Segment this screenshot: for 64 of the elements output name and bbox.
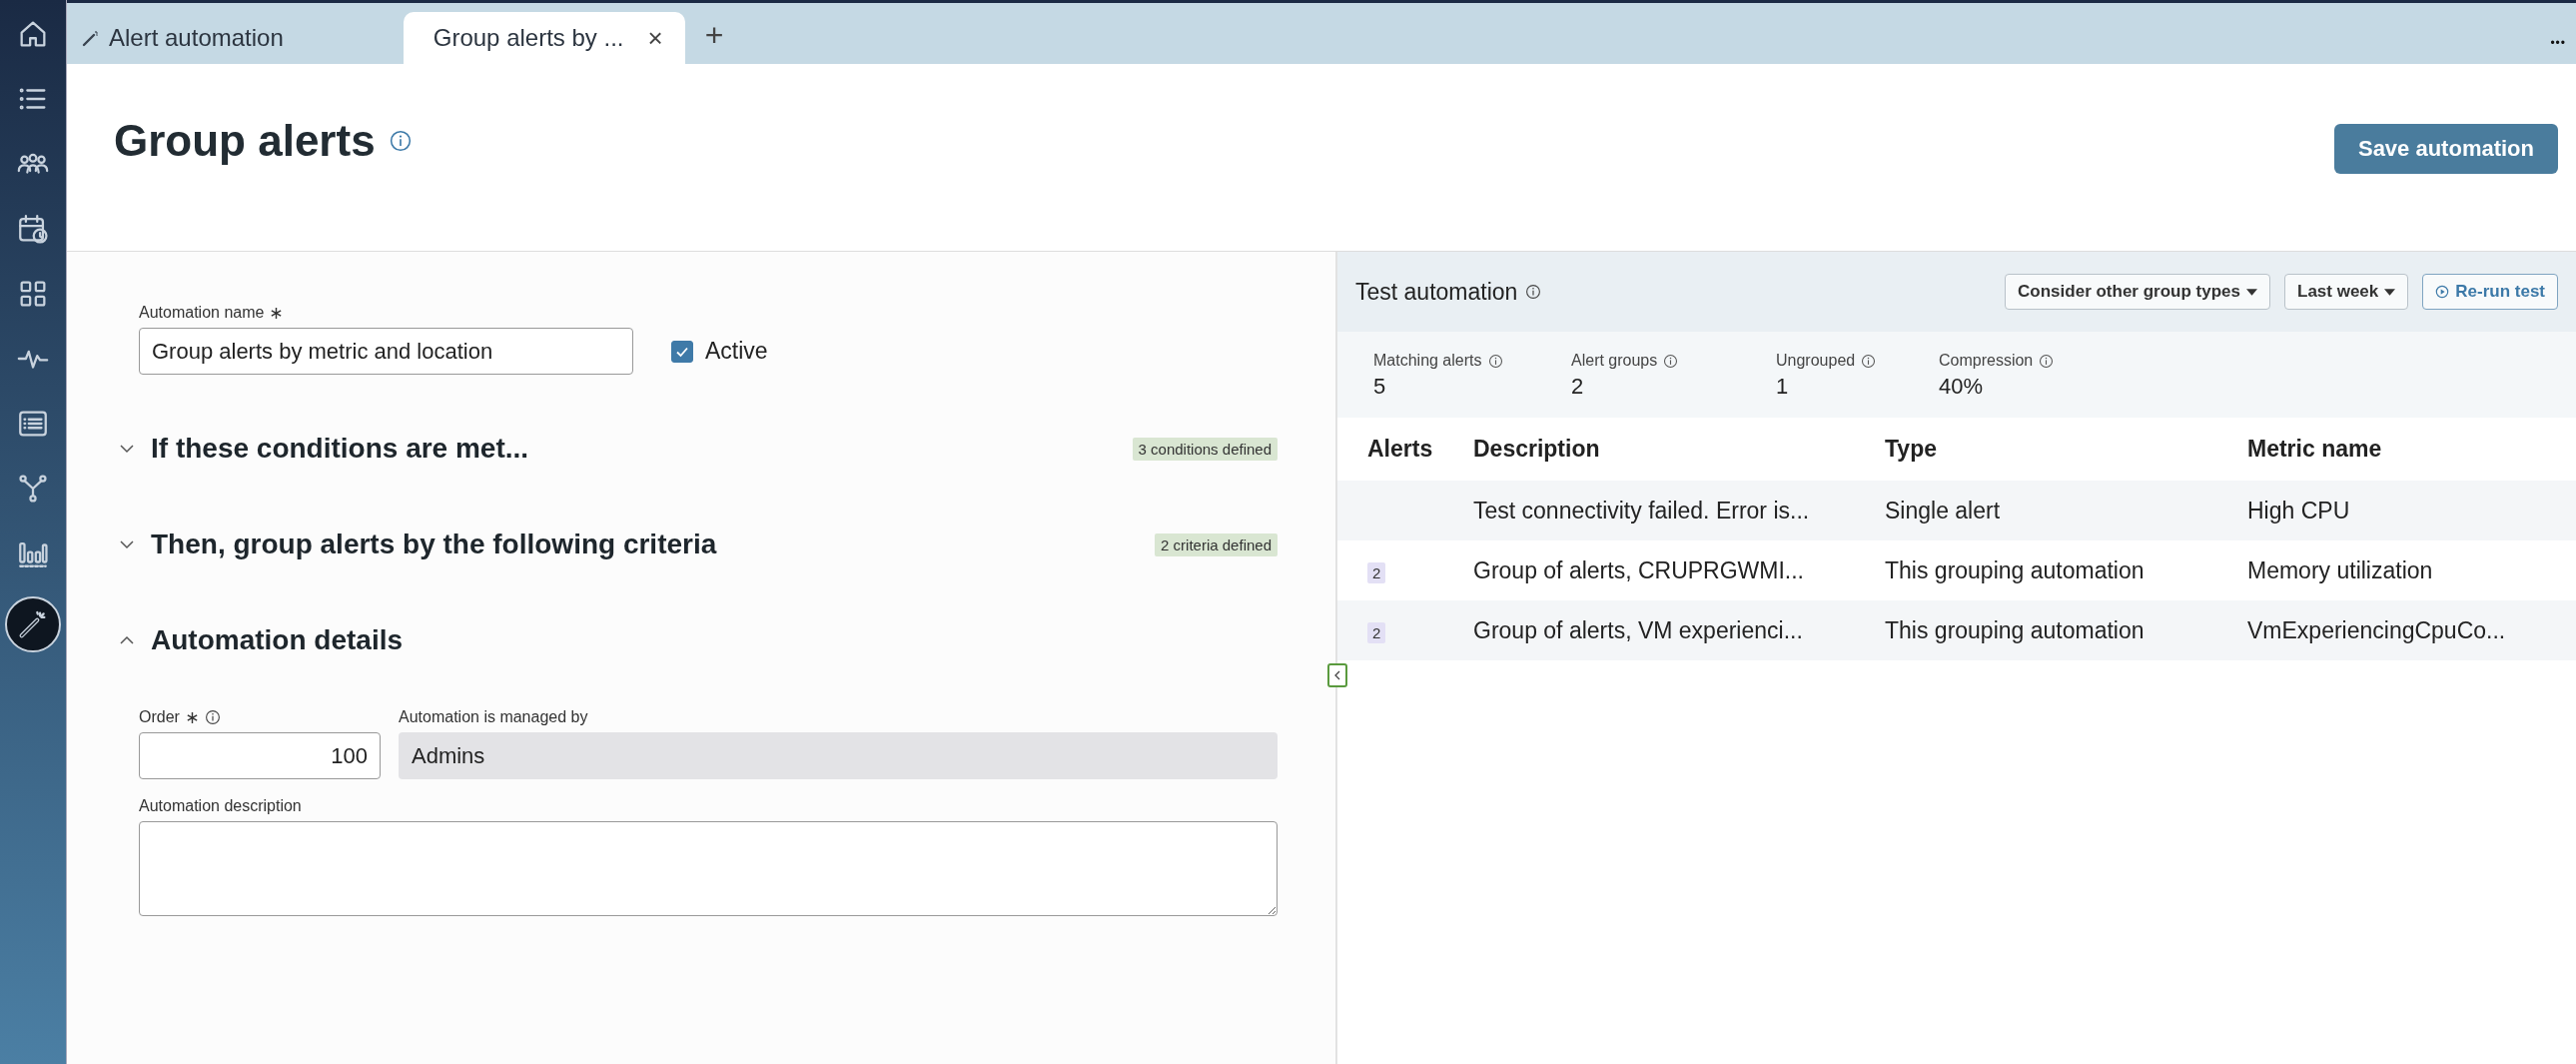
table-cell: VmExperiencingCpuCo... [2247,600,2576,660]
period-dropdown[interactable]: Last week [2284,274,2409,310]
table-cell: Test connectivity failed. Error is... [1473,481,1885,540]
add-tab-button[interactable]: + [704,17,724,54]
caret-icon [2246,288,2257,296]
stat-value: 1 [1776,374,1790,400]
section-title[interactable]: If these conditions are met... [151,433,529,465]
active-label: Active [705,338,768,365]
info-icon[interactable] [204,709,221,725]
order-field[interactable]: 100 [139,732,381,779]
stat-value: 5 [1373,374,1387,400]
table-cell: Group of alerts, VM experienci... [1473,600,1885,660]
play-icon [2435,285,2450,299]
more-menu-button[interactable]: ••• [2550,36,2566,50]
required-icon [270,306,284,320]
field-label: Automation is managed by [399,708,588,726]
table-cell: This grouping automation [1885,600,2247,660]
info-icon[interactable] [1525,284,1542,300]
panel-title: Test automation [1355,278,1518,306]
save-automation-button[interactable]: Save automation [2333,123,2558,174]
count-badge: 3 conditions defined [1132,437,1278,461]
stat-label: Compression [1939,352,2034,370]
active-checkbox[interactable] [671,340,693,363]
close-icon[interactable]: × [647,22,663,54]
section-title[interactable]: Automation details [151,624,403,656]
table-cell: High CPU [2247,481,2576,540]
count-badge: 2 criteria defined [1155,532,1278,556]
stat-label: Matching alerts [1373,352,1482,370]
alert-count-badge: 2 [1367,561,1386,583]
table-cell: Group of alerts, CRUPRGWMI... [1473,540,1885,600]
info-icon[interactable] [1861,353,1877,369]
alert-count-badge: 2 [1367,621,1386,643]
collapse-panel-button[interactable] [1327,663,1347,687]
field-label: Automation name [139,304,265,322]
tab[interactable]: Alert automation [67,12,312,64]
table-cell: This grouping automation [1885,540,2247,600]
sidebar-wand-icon[interactable] [5,596,61,652]
required-icon [185,710,199,724]
tab[interactable]: Group alerts by ... × [403,12,685,64]
column-header: Metric name [2247,418,2576,481]
stat-value: 2 [1571,374,1585,400]
column-header: Description [1473,418,1885,481]
info-icon[interactable] [1487,353,1503,369]
wand-icon [81,28,101,48]
info-icon[interactable] [1663,353,1679,369]
stat-value: 40% [1939,374,1985,400]
info-icon[interactable] [389,129,412,152]
column-header: Type [1885,418,2247,481]
page-title: Group alerts [114,115,376,166]
field-label: Automation description [139,797,302,815]
section-title[interactable]: Then, group alerts by the following criteria [151,529,717,560]
group-types-dropdown[interactable]: Consider other group types [2005,274,2270,310]
column-header: Alerts [1337,418,1473,481]
stat-label: Ungrouped [1776,352,1856,370]
field-label: Order [139,708,180,726]
stat-label: Alert groups [1571,352,1658,370]
table-cell: Memory utilization [2247,540,2576,600]
caret-icon [2384,288,2396,296]
rerun-test-button[interactable]: Re-run test [2422,274,2558,310]
info-icon[interactable] [2039,353,2055,369]
managed-by-field: Admins [399,732,1278,779]
table-cell: Single alert [1885,481,2247,540]
description-field[interactable] [139,821,1278,916]
automation-name-field[interactable]: Group alerts by metric and location [139,328,633,375]
